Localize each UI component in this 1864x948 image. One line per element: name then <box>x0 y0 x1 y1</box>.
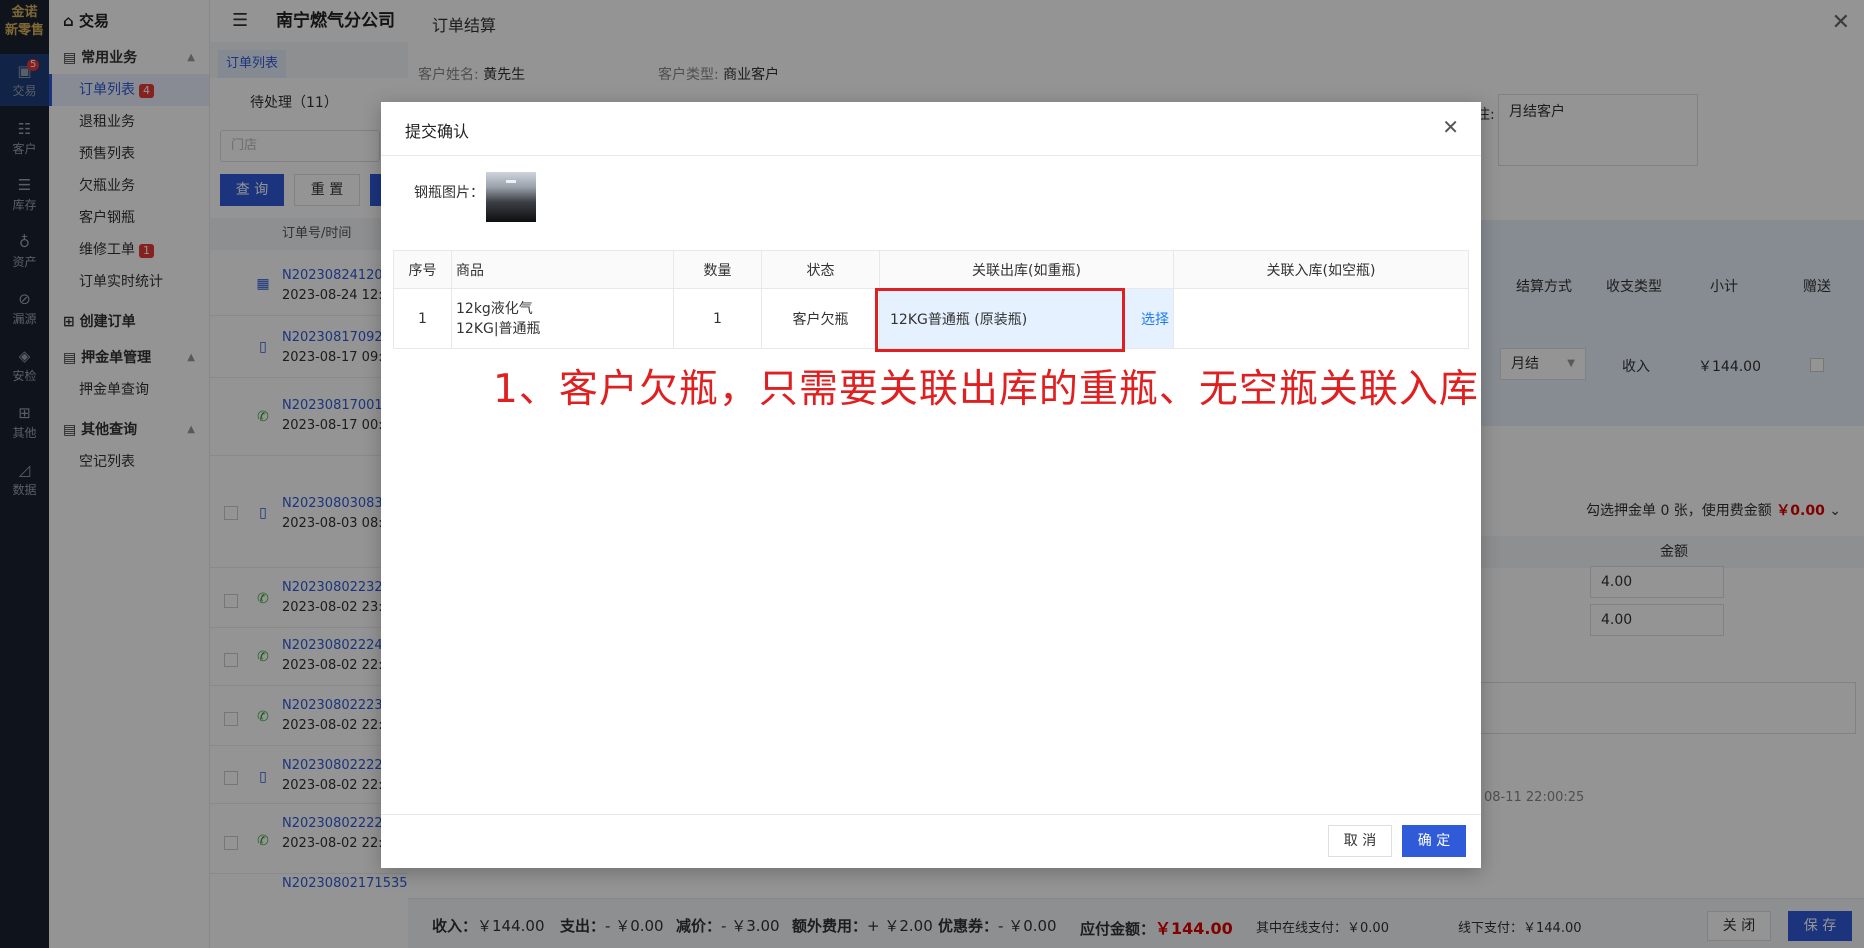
cylinder-photo-label: 钢瓶图片： <box>414 185 484 201</box>
dialog-title: 提交确认 <box>405 122 470 141</box>
goods-spec: 12KG|普通瓶 <box>456 320 541 337</box>
cylinder-photo[interactable] <box>486 172 536 222</box>
close-icon[interactable]: ✕ <box>1442 116 1459 138</box>
row-linked-in[interactable] <box>1173 288 1469 349</box>
confirm-button[interactable]: 确 定 <box>1402 825 1466 857</box>
table-header-row: 序号 商品 数量 状态 关联出库(如重瓶) 关联入库(如空瓶) <box>393 250 1469 289</box>
dialog-footer: 取 消 确 定 <box>381 814 1481 868</box>
row-status: 客户欠瓶 <box>761 288 880 349</box>
submit-confirm-dialog: 提交确认 ✕ 钢瓶图片： 序号 商品 数量 状态 关联出库(如重瓶) 关联入库(… <box>381 102 1481 868</box>
annotation-text: 1、客户欠瓶，只需要关联出库的重瓶、无空瓶关联入库 <box>493 367 1479 412</box>
col-qty: 数量 <box>673 250 762 289</box>
col-goods: 商品 <box>451 250 674 289</box>
cancel-button[interactable]: 取 消 <box>1328 825 1392 857</box>
col-status: 状态 <box>761 250 880 289</box>
goods-name: 12kg液化气 <box>456 300 533 317</box>
col-index: 序号 <box>393 250 452 289</box>
row-index: 1 <box>393 288 452 349</box>
row-qty: 1 <box>673 288 762 349</box>
photo-highlight <box>506 180 516 183</box>
col-linked-in: 关联入库(如空瓶) <box>1173 250 1469 289</box>
dialog-header: 提交确认 ✕ <box>381 102 1481 156</box>
row-goods: 12kg液化气 12KG|普通瓶 <box>451 288 674 349</box>
col-linked-out: 关联出库(如重瓶) <box>879 250 1174 289</box>
select-link[interactable]: 选择 <box>1141 309 1169 329</box>
highlight-box <box>875 288 1125 352</box>
